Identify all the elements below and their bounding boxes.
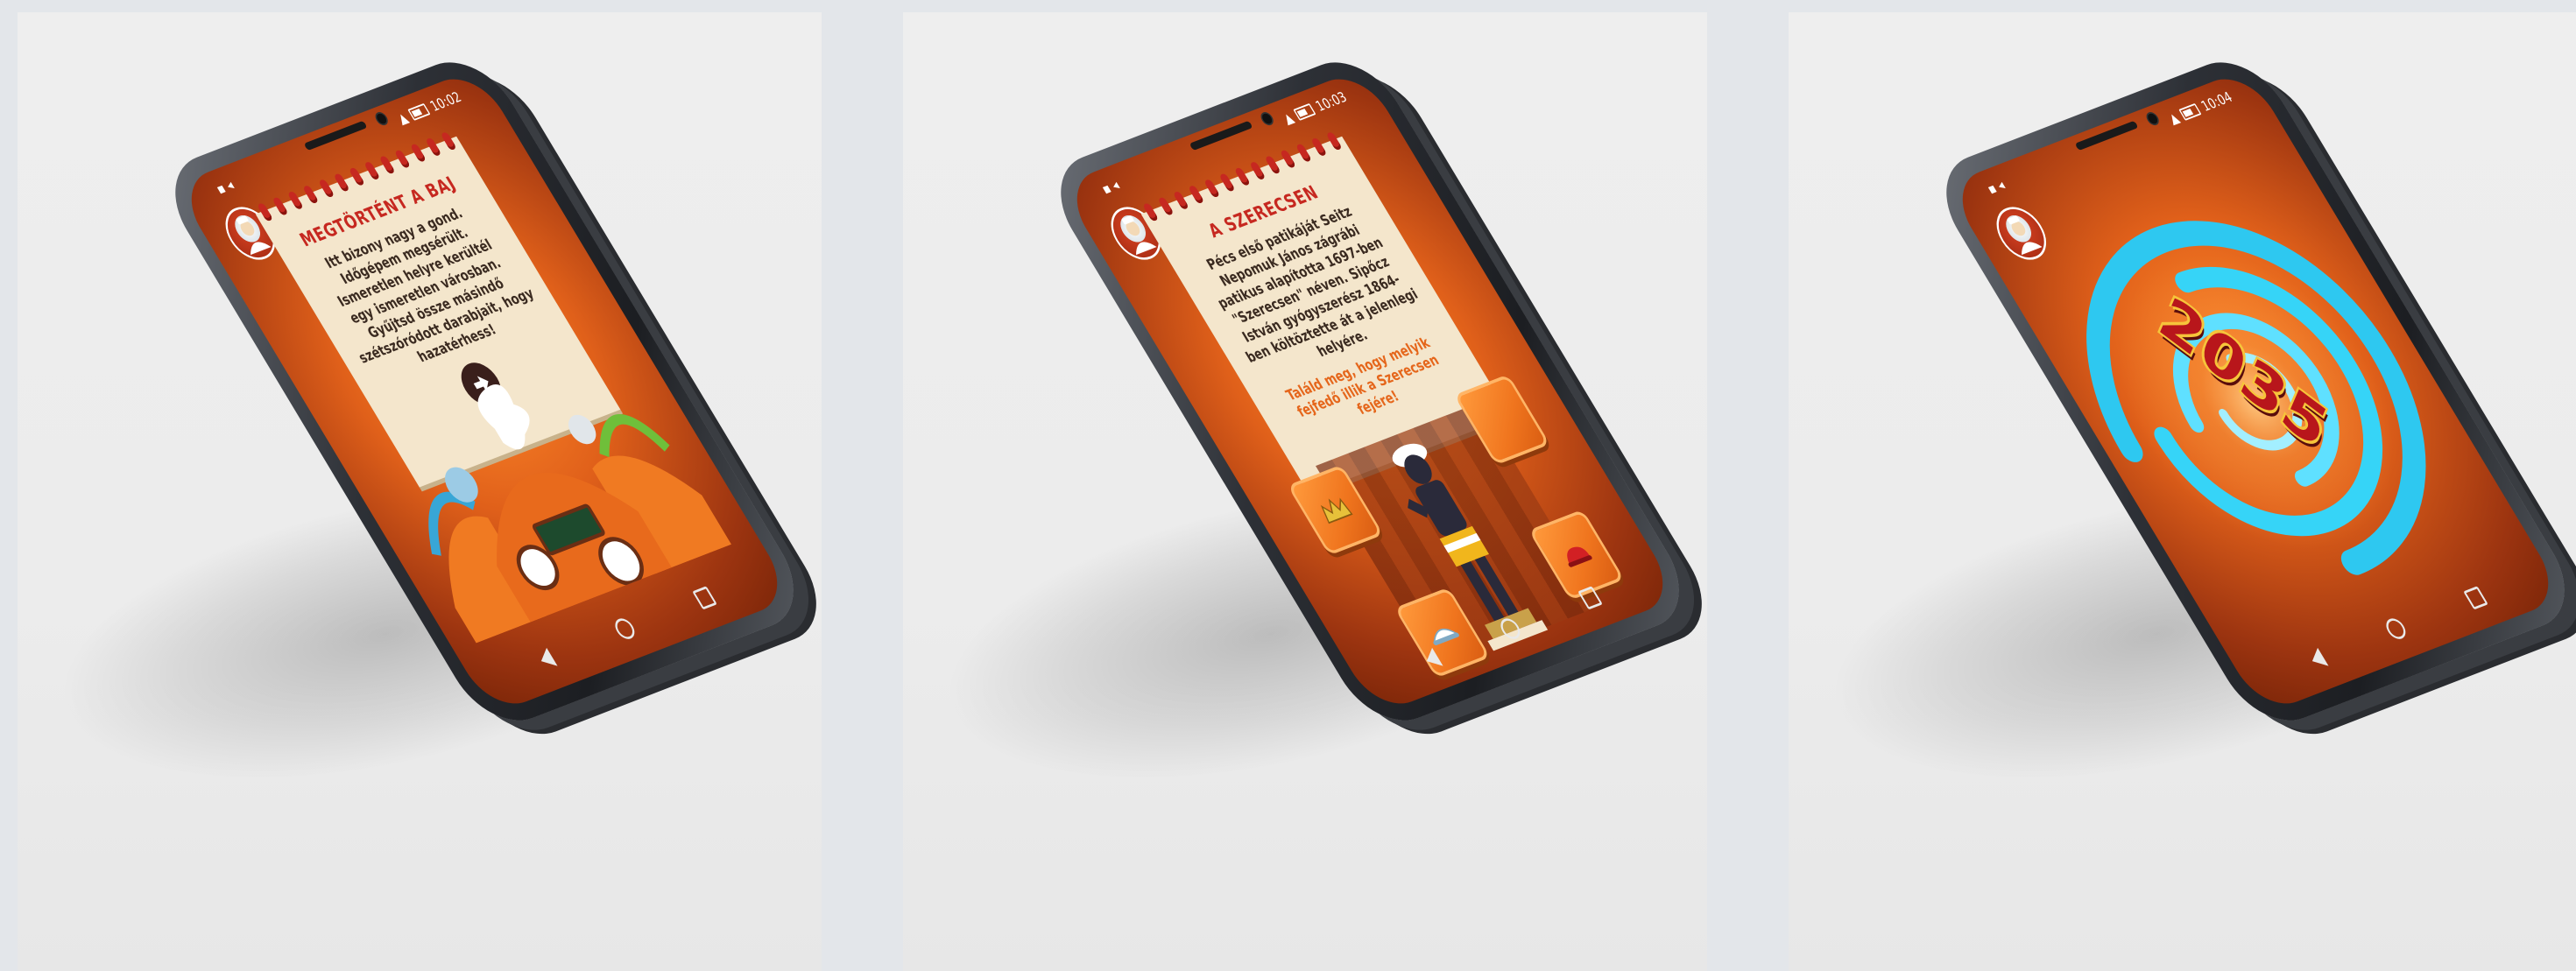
status-icons-left: ▪ ◂ xyxy=(213,177,237,198)
recent-apps-icon[interactable] xyxy=(2463,586,2488,610)
home-icon[interactable] xyxy=(610,616,639,642)
showcase-card-1: ▪ ◂ ▲ 10:02 MEGTÖRTÉNT A BAJ Itt bizony xyxy=(18,12,822,971)
status-time: 10:04 xyxy=(2198,88,2235,115)
recent-apps-icon[interactable] xyxy=(1577,586,1603,610)
back-icon[interactable] xyxy=(535,647,558,671)
battery-icon xyxy=(407,102,431,121)
status-time: 10:02 xyxy=(427,88,464,115)
status-time: 10:03 xyxy=(1312,88,1350,115)
status-icons-left: ▪ ◂ xyxy=(1984,177,2008,198)
status-right: ▲ 10:03 xyxy=(1281,88,1350,127)
showcase-card-3: ▪ ◂ ▲ 10:04 2035 xyxy=(1789,12,2576,971)
back-icon[interactable] xyxy=(1421,647,1443,671)
red-hat-icon xyxy=(1567,546,1592,567)
battery-icon xyxy=(2178,102,2202,121)
status-icons-left: ▪ ◂ xyxy=(1098,177,1123,198)
crown-icon xyxy=(1320,497,1353,524)
status-right: ▲ 10:04 xyxy=(2166,88,2235,127)
home-icon[interactable] xyxy=(2382,616,2410,642)
battery-icon xyxy=(1293,102,1316,121)
home-icon[interactable] xyxy=(1496,616,1524,642)
showcase-card-2: ▪ ◂ ▲ 10:03 A SZERECSEN Pécs első patiká… xyxy=(903,12,1707,971)
recent-apps-icon[interactable] xyxy=(692,586,717,610)
status-right: ▲ 10:02 xyxy=(395,88,464,127)
back-icon[interactable] xyxy=(2306,647,2329,671)
